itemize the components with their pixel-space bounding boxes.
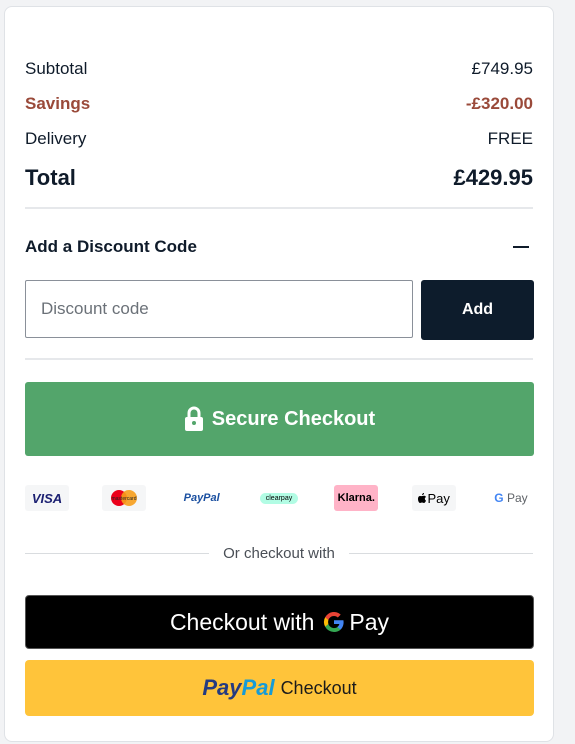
mastercard-logo: mastercard	[111, 490, 138, 506]
visa-text: VISA	[31, 490, 63, 506]
secure-checkout-button[interactable]: Secure Checkout	[25, 382, 534, 456]
google-pay-checkout-button[interactable]: Checkout with Pay	[25, 595, 534, 649]
subtotal-label: Subtotal	[25, 58, 88, 78]
discount-heading: Add a Discount Code	[25, 237, 197, 256]
clearpay-text: clearpay	[259, 492, 299, 504]
subtotal-row: Subtotal £749.95	[25, 51, 533, 86]
paypal-logo-part1: Pay	[202, 675, 242, 700]
collapse-minus-icon[interactable]	[513, 246, 529, 248]
google-g-icon	[324, 612, 345, 632]
discount-toggle[interactable]: Add a Discount Code	[25, 233, 533, 261]
savings-label: Savings	[25, 93, 91, 113]
paypal-small-text: PayPal	[183, 492, 220, 504]
mastercard-text: mastercard	[112, 496, 137, 502]
google-pay-icon: G Pay	[489, 485, 533, 511]
order-summary: Subtotal £749.95 Savings -£320.00 Delive…	[25, 51, 533, 198]
apple-pay-icon: Pay	[411, 485, 456, 511]
order-summary-card: Subtotal £749.95 Savings -£320.00 Delive…	[4, 6, 554, 742]
total-label: Total	[25, 165, 76, 190]
divider-line	[25, 552, 210, 554]
add-discount-button[interactable]: Add	[421, 280, 534, 340]
paypal-icon: PayPal	[180, 485, 224, 511]
gpay-button-label: Checkout with	[169, 608, 315, 635]
visa-icon: VISA	[25, 485, 69, 511]
secure-checkout-label: Secure Checkout	[211, 407, 376, 430]
paypal-checkout-button[interactable]: PayPal Checkout	[25, 660, 534, 716]
google-pay-logo: Pay	[322, 609, 389, 636]
or-checkout-divider: Or checkout with	[25, 543, 533, 563]
paypal-logo: PayPal	[202, 675, 274, 701]
delivery-row: Delivery FREE	[25, 121, 533, 156]
klarna-text: Klarna.	[337, 492, 375, 504]
apple-logo-icon	[418, 493, 427, 503]
paypal-checkout-label: Checkout	[280, 677, 357, 698]
delivery-label: Delivery	[25, 128, 87, 148]
mastercard-icon: mastercard	[102, 485, 147, 511]
divider	[25, 358, 533, 360]
savings-row: Savings -£320.00	[25, 86, 533, 121]
paypal-logo-part2: Pal	[241, 675, 275, 700]
or-checkout-text: Or checkout with	[223, 544, 335, 562]
google-pay-text: Pay	[506, 491, 528, 505]
total-value: £429.95	[453, 165, 533, 190]
klarna-icon: Klarna.	[334, 485, 379, 511]
clearpay-icon: clearpay	[257, 485, 301, 511]
savings-value: -£320.00	[465, 93, 533, 113]
total-row: Total £429.95	[25, 158, 533, 198]
google-g-small: G	[494, 491, 504, 505]
divider	[25, 207, 533, 209]
apple-pay-text: Pay	[427, 490, 450, 506]
divider-line	[348, 552, 533, 554]
delivery-value: FREE	[487, 128, 533, 148]
payment-methods: VISA mastercard PayPal clearpay Klarna. …	[25, 483, 533, 513]
discount-code-input[interactable]	[25, 280, 413, 338]
lock-icon	[184, 406, 203, 431]
gpay-pay-text: Pay	[349, 608, 390, 635]
subtotal-value: £749.95	[471, 58, 533, 78]
